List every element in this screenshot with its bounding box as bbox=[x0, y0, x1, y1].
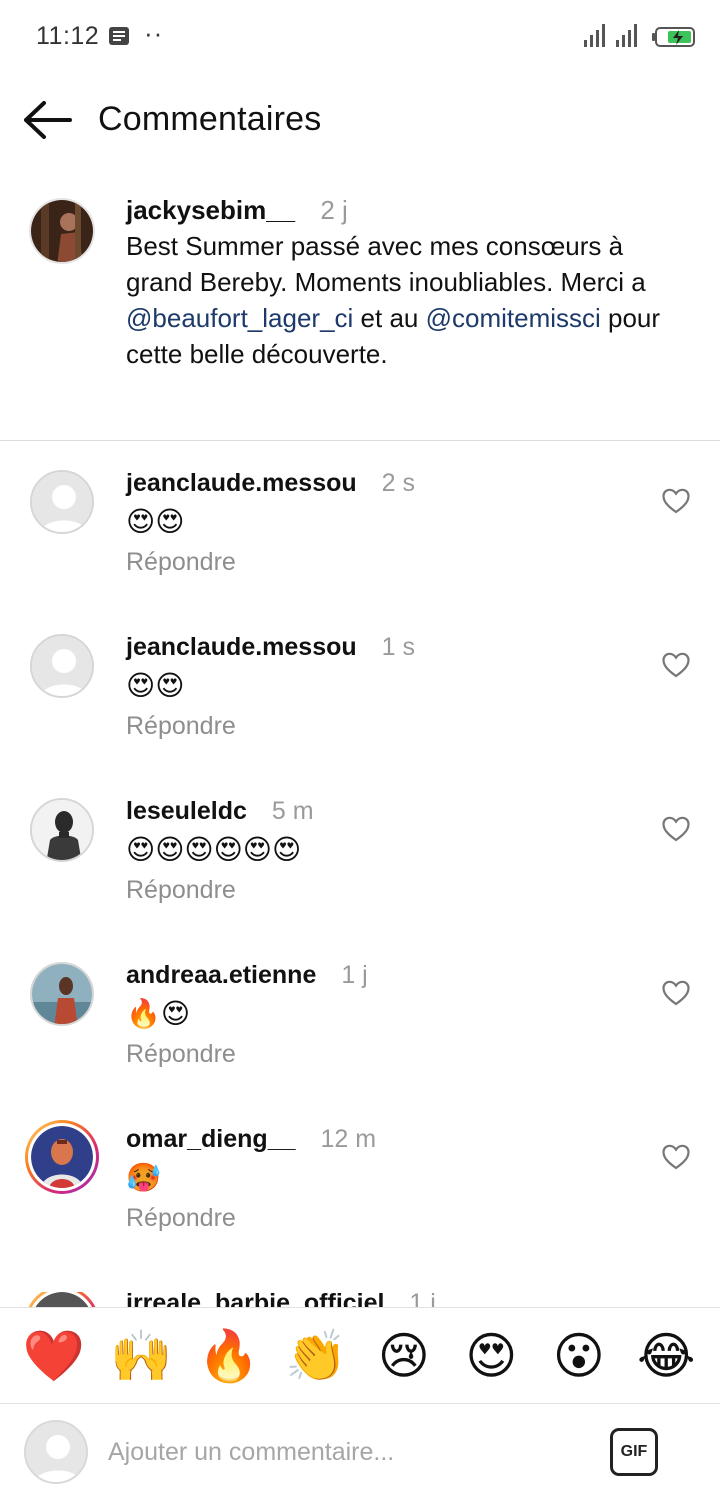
reaction-raised-hands-button[interactable]: 🙌 bbox=[106, 1321, 176, 1391]
comment-user-line: andreaa.etienne 1 j bbox=[126, 958, 646, 992]
avatar-photo bbox=[32, 964, 92, 1024]
mention-link[interactable]: @beaufort_lager_ci bbox=[126, 303, 353, 333]
status-bar: 11:12 ·· bbox=[0, 0, 720, 74]
avatar-photo bbox=[35, 1292, 89, 1307]
avatar-photo bbox=[31, 200, 93, 262]
comment-username[interactable]: omar_dieng__ bbox=[126, 1125, 296, 1153]
comment-time: 1 j bbox=[341, 961, 368, 989]
comment-user-line: jeanclaude.messou 2 s bbox=[126, 466, 646, 500]
default-avatar-icon bbox=[32, 472, 92, 532]
heart-outline-icon[interactable] bbox=[662, 980, 690, 1006]
comment-user-line: jeanclaude.messou 1 s bbox=[126, 630, 646, 664]
reply-button[interactable]: Répondre bbox=[126, 876, 236, 905]
comment-body: jeanclaude.messou 2 s 😍😍 Répondre bbox=[126, 466, 646, 577]
reaction-clap-button[interactable]: 👏 bbox=[281, 1321, 351, 1391]
reaction-fire-button[interactable]: 🔥 bbox=[194, 1321, 264, 1391]
comment-time: 5 m bbox=[271, 797, 314, 825]
reply-button[interactable]: Répondre bbox=[126, 1040, 236, 1069]
avatar-photo bbox=[32, 800, 92, 860]
gif-button[interactable]: GIF bbox=[610, 1428, 658, 1476]
comment-text: 😍😍 bbox=[126, 670, 185, 701]
comment-avatar[interactable] bbox=[30, 962, 94, 1026]
app-header: Commentaires bbox=[0, 74, 720, 166]
reaction-heart-eyes-button[interactable]: 😍 bbox=[456, 1321, 526, 1391]
caption-text: Best Summer passé avec mes consœurs à gr… bbox=[126, 228, 686, 372]
comment-time: 2 s bbox=[381, 469, 415, 497]
composer-avatar bbox=[24, 1420, 88, 1484]
heart-outline-icon[interactable] bbox=[662, 816, 690, 842]
comment-composer: GIF bbox=[0, 1404, 720, 1500]
avatar-illustration bbox=[31, 1126, 93, 1188]
comment-user-line: irreale_barbie_officiel 1 j bbox=[126, 1292, 646, 1307]
comment-body: andreaa.etienne 1 j 🔥😍 Répondre bbox=[126, 958, 646, 1069]
comment-avatar-story[interactable] bbox=[25, 1292, 99, 1307]
divider bbox=[0, 440, 720, 441]
comment-avatar-story[interactable] bbox=[25, 1120, 99, 1194]
page-title: Commentaires bbox=[98, 100, 322, 138]
comment-text: 😍😍 bbox=[126, 506, 185, 537]
comment-time: 1 j bbox=[409, 1292, 436, 1307]
comment-time: 1 s bbox=[381, 633, 415, 661]
caption-username[interactable]: jackysebim__ bbox=[126, 195, 295, 225]
comment-item: omar_dieng__ 12 m 🥵 Répondre bbox=[0, 1125, 720, 1290]
comment-avatar[interactable] bbox=[30, 470, 94, 534]
caption-text-part: Best Summer passé avec mes consœurs à gr… bbox=[126, 231, 646, 297]
caption-time: 2 j bbox=[320, 195, 348, 225]
comment-avatar[interactable] bbox=[30, 634, 94, 698]
caption-user-line: jackysebim__ 2 j bbox=[126, 192, 686, 228]
comment-item: jeanclaude.messou 1 s 😍😍 Répondre bbox=[0, 633, 720, 798]
comment-item: leseuleldc 5 m 😍😍😍😍😍😍 Répondre bbox=[0, 797, 720, 962]
comment-item-partial: irreale_barbie_officiel 1 j bbox=[0, 1292, 720, 1307]
comment-item: jeanclaude.messou 2 s 😍😍 Répondre bbox=[0, 469, 720, 634]
comment-username[interactable]: irreale_barbie_officiel bbox=[126, 1292, 384, 1307]
reply-button[interactable]: Répondre bbox=[126, 712, 236, 741]
comment-username[interactable]: andreaa.etienne bbox=[126, 961, 316, 989]
quick-reaction-bar: ❤️ 🙌 🔥 👏 😢 😍 😮 😂 bbox=[0, 1307, 720, 1404]
status-more-dots: ·· bbox=[144, 18, 164, 48]
caption-body: jackysebim__ 2 j Best Summer passé avec … bbox=[126, 192, 686, 372]
notes-icon bbox=[109, 27, 129, 45]
comment-body: irreale_barbie_officiel 1 j bbox=[126, 1292, 646, 1307]
comment-time: 12 m bbox=[320, 1125, 377, 1153]
comment-user-line: omar_dieng__ 12 m bbox=[126, 1122, 646, 1156]
comment-username[interactable]: leseuleldc bbox=[126, 797, 247, 825]
caption-text-part: et au bbox=[353, 303, 426, 333]
arrow-left-icon bbox=[24, 101, 72, 139]
caption-avatar[interactable] bbox=[29, 198, 95, 264]
back-button[interactable] bbox=[22, 100, 74, 140]
signal-icon bbox=[584, 24, 637, 47]
heart-outline-icon[interactable] bbox=[662, 652, 690, 678]
comment-username[interactable]: jeanclaude.messou bbox=[126, 633, 357, 661]
status-time: 11:12 bbox=[36, 22, 100, 50]
heart-outline-icon[interactable] bbox=[662, 488, 690, 514]
default-avatar-icon bbox=[26, 1422, 86, 1482]
reaction-heart-button[interactable]: ❤️ bbox=[19, 1321, 89, 1391]
comment-avatar[interactable] bbox=[30, 798, 94, 862]
heart-outline-icon[interactable] bbox=[662, 1144, 690, 1170]
reply-button[interactable]: Répondre bbox=[126, 548, 236, 577]
reaction-crying-button[interactable]: 😢 bbox=[369, 1321, 439, 1391]
comment-text: 🔥😍 bbox=[126, 998, 191, 1029]
reaction-surprised-button[interactable]: 😮 bbox=[544, 1321, 614, 1391]
comment-body: jeanclaude.messou 1 s 😍😍 Répondre bbox=[126, 630, 646, 741]
comment-username[interactable]: jeanclaude.messou bbox=[126, 469, 357, 497]
comment-input[interactable] bbox=[108, 1432, 578, 1472]
battery-charging-icon bbox=[652, 27, 695, 47]
reply-button[interactable]: Répondre bbox=[126, 1204, 236, 1233]
comment-body: omar_dieng__ 12 m 🥵 Répondre bbox=[126, 1122, 646, 1233]
comment-user-line: leseuleldc 5 m bbox=[126, 794, 646, 828]
comment-text: 🥵 bbox=[126, 1162, 161, 1193]
default-avatar-icon bbox=[32, 636, 92, 696]
comment-body: leseuleldc 5 m 😍😍😍😍😍😍 Répondre bbox=[126, 794, 646, 905]
comment-item: andreaa.etienne 1 j 🔥😍 Répondre bbox=[0, 961, 720, 1126]
reaction-laughing-button[interactable]: 😂 bbox=[631, 1321, 701, 1391]
mention-link[interactable]: @comitemissci bbox=[426, 303, 601, 333]
comment-text: 😍😍😍😍😍😍 bbox=[126, 834, 302, 865]
